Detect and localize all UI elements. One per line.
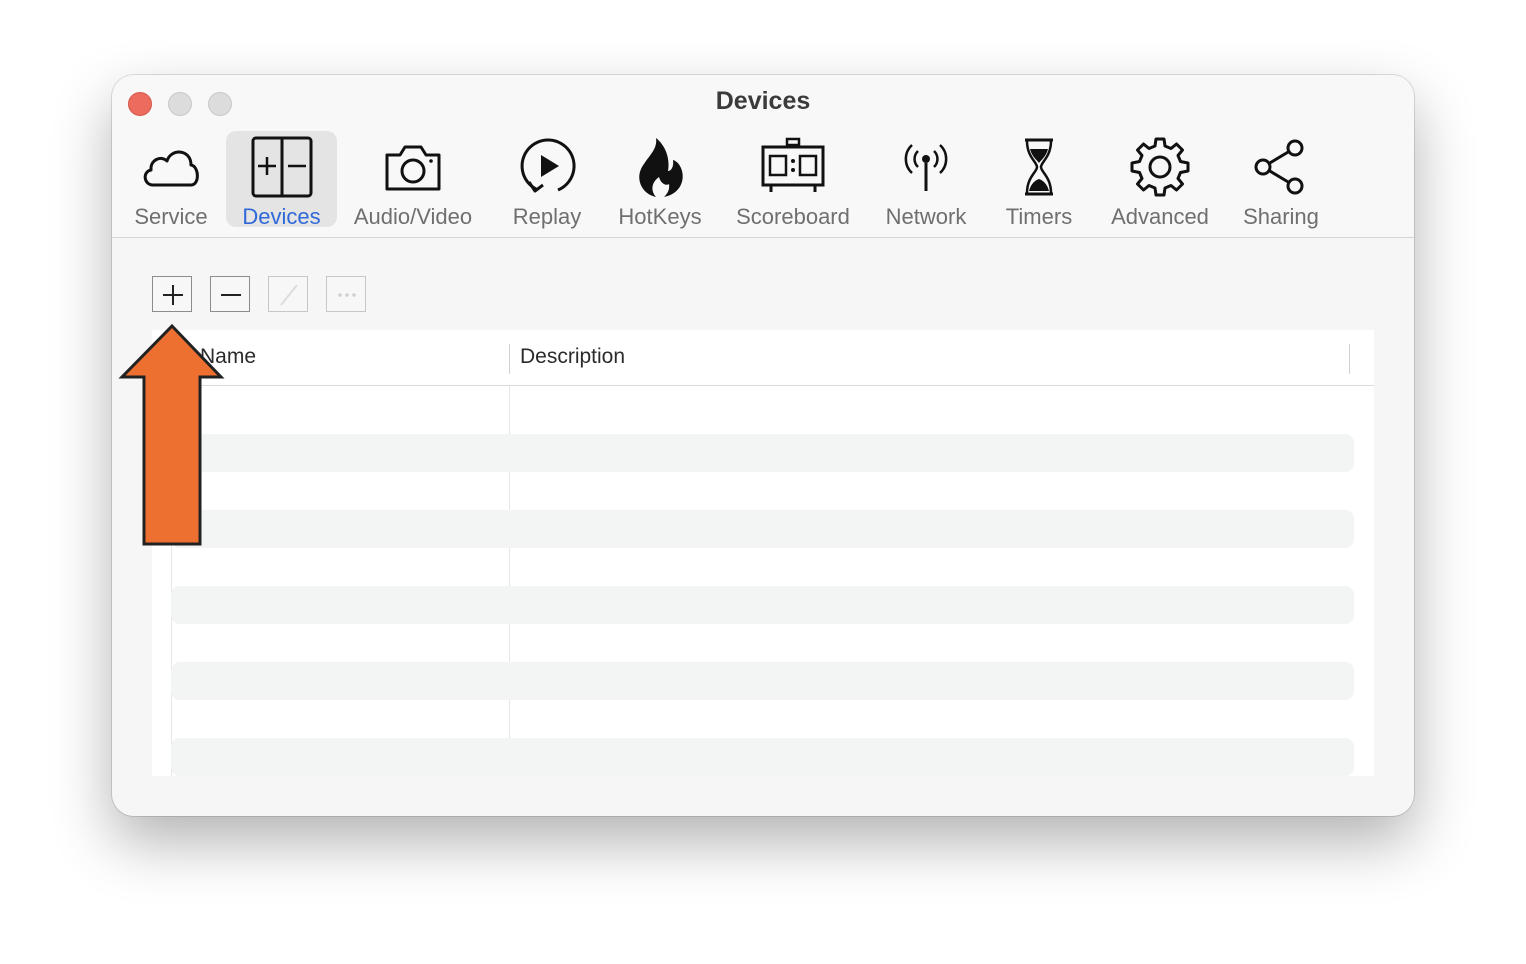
remove-icon — [221, 294, 241, 296]
tab-advanced-label: Advanced — [1111, 204, 1209, 229]
title-bar: Devices Service Devices Audio/Video Repl… — [112, 75, 1414, 238]
hourglass-icon — [992, 135, 1086, 199]
gear-icon — [1100, 135, 1220, 199]
share-icon — [1236, 135, 1326, 199]
tab-scoreboard-label: Scoreboard — [736, 204, 850, 229]
arrow-up-icon — [118, 323, 225, 546]
table-row — [171, 510, 1354, 548]
tab-replay[interactable]: Replay — [504, 131, 590, 229]
flame-icon — [612, 135, 708, 199]
devices-plus-minus-icon — [226, 135, 337, 199]
tab-devices[interactable]: Devices — [226, 131, 337, 229]
replay-icon — [504, 135, 590, 199]
tab-sharing[interactable]: Sharing — [1236, 131, 1326, 229]
edit-device-button[interactable] — [268, 276, 308, 312]
add-device-button[interactable] — [152, 276, 192, 312]
tab-service-label: Service — [134, 204, 208, 229]
tab-audio-video-label: Audio/Video — [353, 204, 473, 229]
tab-audio-video[interactable]: Audio/Video — [348, 131, 478, 229]
table-row — [171, 586, 1354, 624]
antenna-icon — [878, 135, 974, 199]
window-title: Devices — [715, 87, 811, 115]
tab-hotkeys[interactable]: HotKeys — [612, 131, 708, 229]
column-divider[interactable] — [1349, 344, 1350, 374]
tab-scoreboard[interactable]: Scoreboard — [726, 131, 860, 229]
table-row — [171, 662, 1354, 700]
preferences-window: Devices Service Devices Audio/Video Repl… — [112, 75, 1414, 816]
add-icon — [163, 285, 183, 305]
tab-replay-label: Replay — [512, 204, 582, 229]
more-options-button[interactable] — [326, 276, 366, 312]
tab-network[interactable]: Network — [878, 131, 974, 229]
remove-device-button[interactable] — [210, 276, 250, 312]
devices-pane: Name Description — [112, 238, 1414, 816]
edit-icon — [280, 284, 298, 306]
column-divider[interactable] — [509, 344, 510, 374]
scoreboard-icon — [726, 135, 860, 199]
table-header: Name Description — [152, 330, 1374, 386]
tab-sharing-label: Sharing — [1243, 204, 1319, 229]
tab-timers-label: Timers — [1005, 204, 1073, 229]
more-icon — [338, 293, 356, 297]
tab-network-label: Network — [885, 204, 967, 229]
tab-service[interactable]: Service — [126, 131, 216, 229]
tab-timers[interactable]: Timers — [992, 131, 1086, 229]
camera-icon — [348, 135, 478, 199]
cloud-icon — [126, 135, 216, 199]
tab-devices-label: Devices — [242, 204, 321, 229]
devices-table[interactable]: Name Description — [152, 330, 1374, 776]
table-row — [171, 738, 1354, 776]
tab-advanced[interactable]: Advanced — [1100, 131, 1220, 229]
table-row — [171, 434, 1354, 472]
tab-hotkeys-label: HotKeys — [618, 204, 702, 229]
column-header-description[interactable]: Description — [520, 345, 625, 369]
